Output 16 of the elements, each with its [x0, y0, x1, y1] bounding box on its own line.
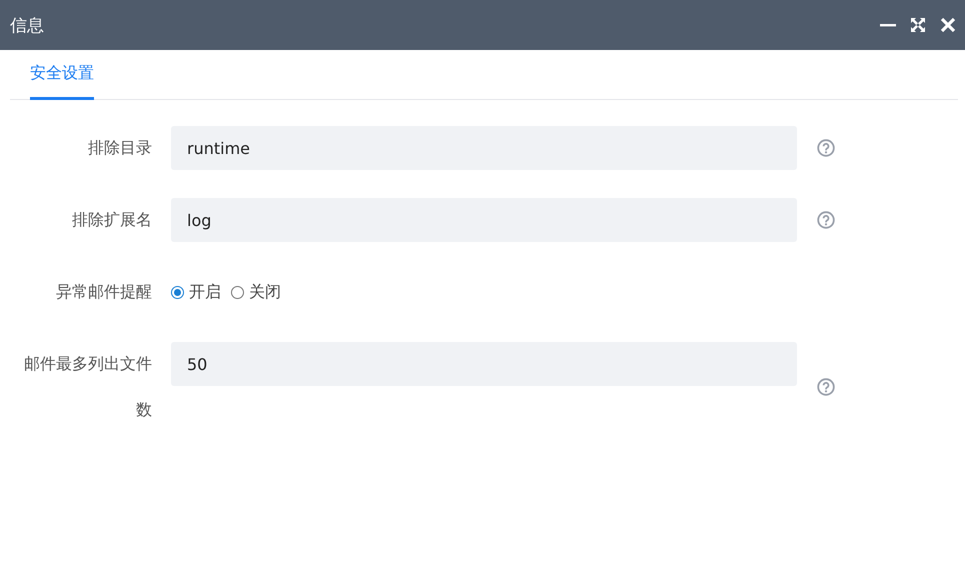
- field-label: 邮件最多列出文件数: [23, 353, 152, 421]
- field-label: 异常邮件提醒: [55, 281, 152, 303]
- input-field[interactable]: runtime: [171, 126, 797, 170]
- help-icon[interactable]: [817, 211, 835, 229]
- window-title: 信息: [10, 14, 45, 36]
- tab[interactable]: 安全设置: [30, 50, 94, 100]
- radio-option[interactable]: 关闭: [231, 282, 281, 302]
- maximize-icon[interactable]: [909, 16, 927, 34]
- help-icon[interactable]: [817, 139, 835, 157]
- help-icon[interactable]: [817, 378, 835, 396]
- input-field[interactable]: 50: [171, 342, 797, 386]
- close-icon[interactable]: [939, 16, 957, 34]
- field-label: 排除扩展名: [71, 209, 152, 231]
- input-field[interactable]: log: [171, 198, 797, 242]
- radio-option[interactable]: 开启: [171, 282, 221, 302]
- field-label: 排除目录: [87, 137, 152, 159]
